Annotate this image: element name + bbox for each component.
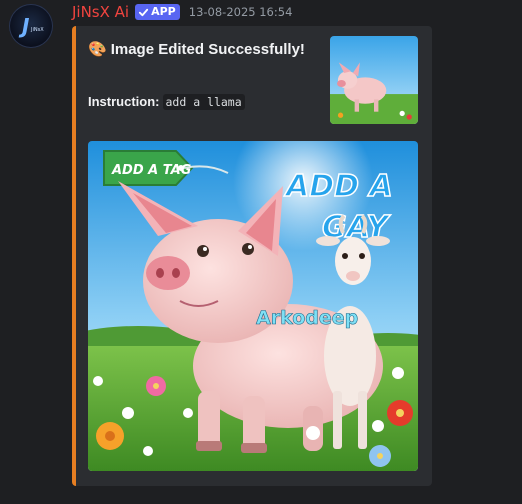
username[interactable]: JiNsX Ai bbox=[72, 3, 129, 21]
svg-text:JiNsX: JiNsX bbox=[30, 27, 44, 33]
thumbnail-image bbox=[330, 36, 418, 124]
instruction-code: add a llama bbox=[162, 94, 245, 110]
embed-card: 🎨 Image Edited Successfully! Instruction:… bbox=[72, 26, 432, 486]
headline-line1: ADD A bbox=[284, 169, 393, 204]
embed-title: 🎨 Image Edited Successfully! bbox=[88, 38, 314, 62]
embed-thumbnail[interactable] bbox=[330, 36, 418, 124]
app-badge-label: APP bbox=[151, 5, 176, 18]
tag-text: ADD A TAG bbox=[111, 163, 192, 178]
embed-title-text: Image Edited Successfully! bbox=[110, 41, 305, 58]
app-badge: APP bbox=[135, 4, 180, 20]
watermark-text: Arkodeep bbox=[256, 307, 358, 329]
embed-image[interactable]: ADD A TAG ADD A GAY Arkodeep bbox=[88, 141, 418, 471]
timestamp: 13-08-2025 16:54 bbox=[188, 5, 293, 19]
verified-check-icon bbox=[139, 8, 149, 16]
instruction-field: Instruction: add a llama bbox=[88, 94, 245, 110]
field-name: Instruction: bbox=[88, 94, 160, 109]
palette-emoji: 🎨 bbox=[88, 41, 107, 58]
message-header: JiNsX Ai APP 13-08-2025 16:54 bbox=[72, 2, 292, 22]
avatar-logo: J JiNsX bbox=[18, 14, 44, 38]
avatar[interactable]: J JiNsX bbox=[9, 4, 53, 48]
edited-image: ADD A TAG ADD A GAY Arkodeep bbox=[88, 141, 418, 471]
svg-text:J: J bbox=[18, 14, 30, 38]
